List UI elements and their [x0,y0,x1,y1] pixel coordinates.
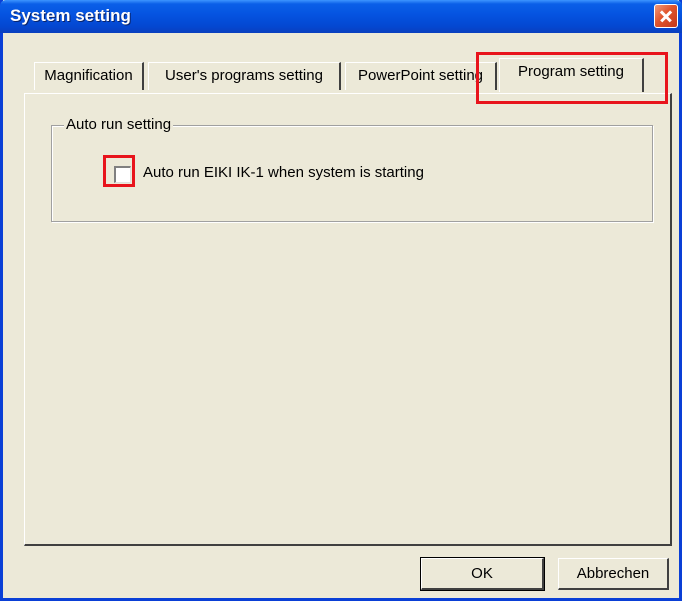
tab-powerpoint-setting[interactable]: PowerPoint setting [345,62,497,90]
ok-button[interactable]: OK [420,557,545,591]
tab-users-programs-setting[interactable]: User's programs setting [148,62,341,90]
close-icon[interactable] [654,4,678,28]
auto-run-checkbox-label[interactable]: Auto run EIKI IK-1 when system is starti… [143,164,424,181]
auto-run-checkbox[interactable] [114,166,131,183]
window-title: System setting [10,6,131,25]
tab-panel-program-setting: Auto run setting Auto run EIKI IK-1 when… [24,93,672,546]
cancel-button[interactable]: Abbrechen [558,558,669,590]
tab-magnification[interactable]: Magnification [34,62,144,90]
title-bar[interactable]: System setting [0,0,682,33]
tab-program-setting[interactable]: Program setting [499,58,644,92]
auto-run-group-title: Auto run setting [64,116,174,133]
system-setting-dialog: System setting Magnification User's prog… [0,0,682,601]
auto-run-groupbox: Auto run setting Auto run EIKI IK-1 when… [51,116,653,222]
